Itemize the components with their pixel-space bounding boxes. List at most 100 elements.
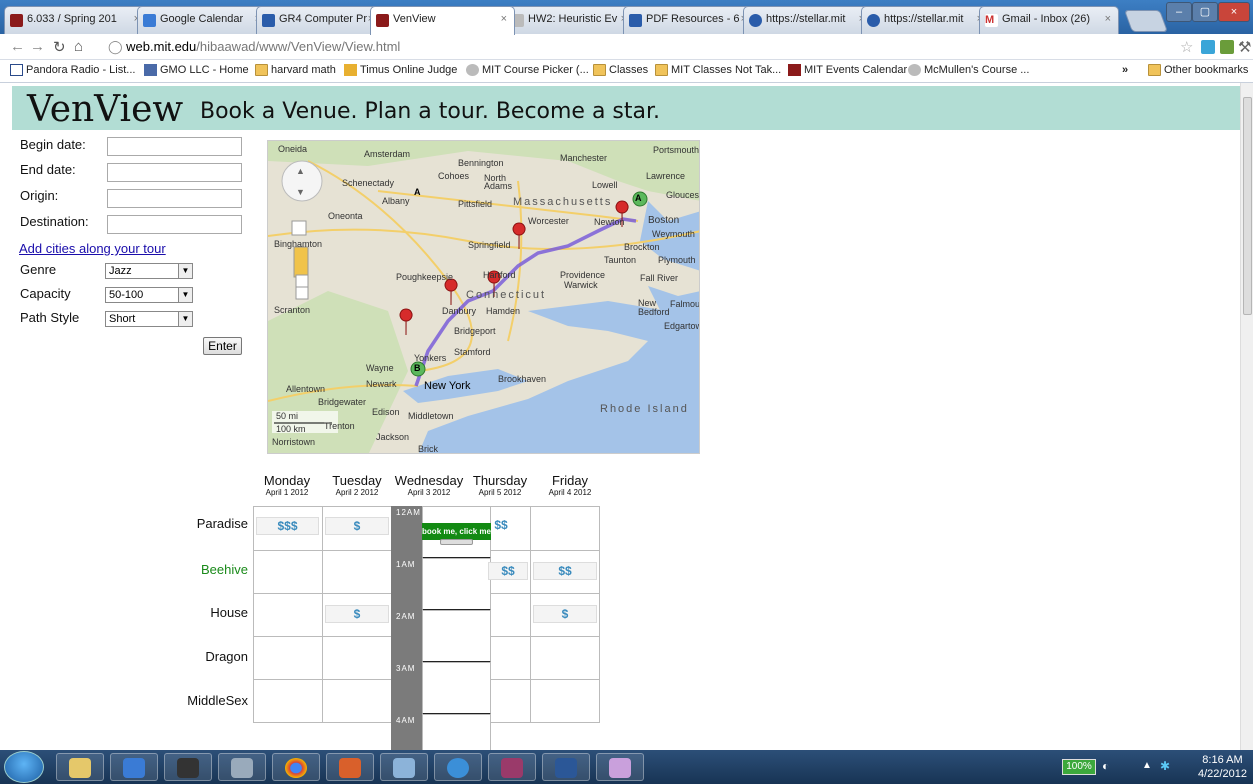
bookmark-timus[interactable]: Timus Online Judge [344,64,457,76]
itunes-taskbar-icon[interactable] [434,753,482,781]
app-taskbar-icon[interactable] [218,753,266,781]
close-tab-icon[interactable]: × [1105,13,1111,25]
bookmark-classes-not-taken[interactable]: MIT Classes Not Tak... [655,64,781,76]
end-date-input[interactable] [107,163,242,182]
hour-slot[interactable] [422,558,491,611]
slot-cell[interactable] [253,550,323,594]
power-icon[interactable]: ◐ [1102,759,1109,773]
word-taskbar-icon[interactable] [542,753,590,781]
close-window-button[interactable]: × [1218,2,1250,22]
bookmark-pandora[interactable]: Pandora Radio - List... [10,64,135,76]
slot-cell[interactable] [490,636,531,680]
hour-slot[interactable] [422,662,491,715]
path-style-select[interactable]: Short ▼ [105,311,193,327]
forward-icon[interactable]: → [30,38,45,55]
venue-dragon[interactable]: Dragon [140,649,248,664]
close-tab-icon[interactable]: × [501,13,507,25]
tab-pdf-resources[interactable]: PDF Resources - 6× [623,6,755,34]
battery-indicator[interactable]: 100% [1062,759,1096,775]
slot-cell[interactable] [530,679,600,723]
bookmark-harvard-math[interactable]: harvard math [255,64,336,76]
hour-slot[interactable] [422,714,491,750]
destination-input[interactable] [107,215,242,234]
add-cities-link[interactable]: Add cities along your tour [19,241,166,256]
bookmark-classes[interactable]: Classes [593,64,648,76]
app-taskbar-icon[interactable] [164,753,212,781]
slot-cell[interactable] [253,636,323,680]
address-bar[interactable]: ◯ web.mit.edu/hibaawad/www/VenView/View.… [108,37,1148,57]
other-bookmarks[interactable]: Other bookmarks [1148,64,1248,76]
tab-stellar-1[interactable]: https://stellar.mit× [743,6,873,34]
system-clock[interactable]: 8:16 AM 4/22/2012 [1198,753,1247,781]
slot-cell[interactable] [253,679,323,723]
slot-cell[interactable] [490,679,531,723]
price-tag[interactable]: $$$ [256,517,319,535]
extension-icon[interactable] [1220,40,1234,54]
tray-expand-icon[interactable]: ▲ [1142,760,1152,771]
slot-cell[interactable] [322,636,392,680]
slot-cell[interactable] [530,506,600,551]
new-tab-button[interactable] [1123,10,1169,32]
venue-paradise[interactable]: Paradise [140,516,248,531]
network-icon[interactable]: ✱ [1160,759,1170,773]
venue-middlesex[interactable]: MiddleSex [140,693,248,708]
genre-select[interactable]: Jazz ▼ [105,263,193,279]
tab-google-calendar[interactable]: Google Calendar× [137,6,269,34]
paint-taskbar-icon[interactable] [596,753,644,781]
slot-cell[interactable] [322,679,392,723]
bookmark-gmo[interactable]: GMO LLC - Home [144,64,249,76]
bookmark-mcmullen[interactable]: McMullen's Course ... [908,64,1029,76]
slot-cell[interactable] [530,636,600,680]
wrench-icon[interactable]: ⚒ [1238,38,1251,56]
slot-cell[interactable] [253,593,323,637]
tab-label: PDF Resources - 6 [646,13,740,25]
tab-venview[interactable]: VenView × [370,6,515,35]
tab-hw2[interactable]: HW2: Heuristic Ev× [505,6,635,34]
chevron-down-icon: ▼ [178,264,192,278]
begin-date-input[interactable] [107,137,242,156]
explorer-taskbar-icon[interactable] [56,753,104,781]
scrollbar-thumb[interactable] [1243,97,1252,315]
price-tag[interactable]: $$ [488,562,528,580]
tab-label: GR4 Computer Pr [279,13,368,25]
venue-house[interactable]: House [140,605,248,620]
price-tag[interactable]: $ [325,605,389,623]
back-icon[interactable]: ← [10,38,25,55]
minimize-button[interactable]: – [1166,2,1192,22]
enter-button[interactable]: Enter [203,337,242,355]
bookmark-course-picker[interactable]: MIT Course Picker (... [466,64,589,76]
price-tag[interactable]: $$ [491,517,511,535]
bookmarks-overflow-button[interactable]: » [1122,64,1128,76]
slot-cell[interactable] [490,593,531,637]
home-icon[interactable]: ⌂ [74,38,83,55]
reload-icon[interactable]: ↻ [53,38,66,56]
media-taskbar-icon[interactable] [110,753,158,781]
tab-stellar-2[interactable]: https://stellar.mit× [861,6,991,34]
matlab-taskbar-icon[interactable] [326,753,374,781]
capacity-select[interactable]: 50-100 ▼ [105,287,193,303]
bookmark-mit-events[interactable]: MIT Events Calendar [788,64,907,76]
price-tag[interactable]: $$ [533,562,597,580]
extension-icon[interactable] [1201,40,1215,54]
price-tag[interactable]: $ [533,605,597,623]
page-scrollbar[interactable] [1240,83,1253,750]
tab-gr4[interactable]: GR4 Computer Pr× [256,6,382,34]
booking-popup-button[interactable] [440,539,473,545]
route-map[interactable]: ▲ ▼ A A B Oneida Amsterdam Bennington Ma… [267,140,700,454]
tab-gmail[interactable]: M Gmail - Inbox (26) × [979,6,1119,34]
tab-6033[interactable]: 6.033 / Spring 201× [4,6,148,34]
maximize-button[interactable]: ▢ [1192,2,1218,22]
slot-cell[interactable] [322,550,392,594]
venue-beehive[interactable]: Beehive [140,562,248,577]
start-button[interactable] [4,751,44,783]
star-icon[interactable]: ☆ [1180,38,1193,56]
day-header: Friday April 4 2012 [530,473,610,497]
price-tag[interactable]: $ [325,517,389,535]
app-taskbar-icon[interactable] [488,753,536,781]
booking-popup[interactable]: book me, click me [422,523,491,540]
app-taskbar-icon[interactable] [380,753,428,781]
map-label: Edison [372,407,400,417]
origin-input[interactable] [107,189,242,208]
hour-slot[interactable] [422,610,491,663]
chrome-taskbar-icon[interactable] [272,753,320,781]
